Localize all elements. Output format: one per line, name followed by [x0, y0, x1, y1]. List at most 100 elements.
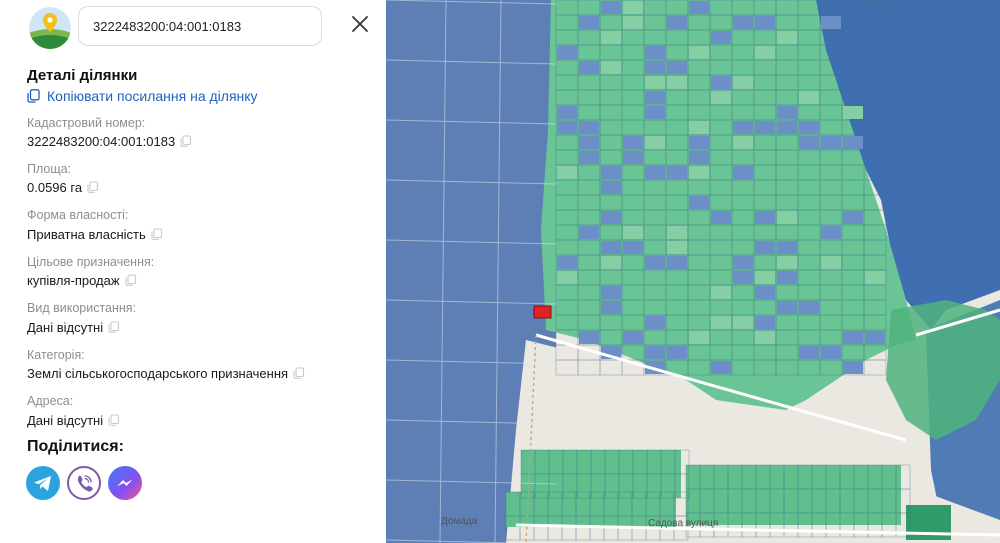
- app-logo[interactable]: [29, 7, 71, 49]
- selected-parcel[interactable]: [533, 305, 552, 319]
- parcel-cell-fill: [755, 211, 775, 224]
- messenger-share-button[interactable]: [108, 466, 142, 500]
- parcel-cell-fill: [733, 76, 753, 89]
- parcel-cell-fill: [755, 121, 775, 134]
- copy-icon[interactable]: [108, 321, 120, 334]
- telegram-share-button[interactable]: [26, 466, 60, 500]
- parcel-cell-fill: [689, 331, 709, 344]
- address-label: Адреса:: [27, 394, 74, 408]
- parcel-cell-fill: [777, 241, 797, 254]
- parcel-cell-fill: [777, 106, 797, 119]
- details-panel: 3222483200:04:001:0183 Деталі ділянки Ко…: [0, 0, 386, 543]
- address-value: Дані відсутні: [27, 413, 120, 428]
- parcel-cell-fill: [645, 106, 665, 119]
- parcel-cell-fill: [733, 166, 753, 179]
- parcel-cell-fill: [623, 136, 643, 149]
- copy-icon: [27, 89, 40, 103]
- parcel-cell-fill: [733, 121, 753, 134]
- parcel-cell-fill: [865, 331, 885, 344]
- viber-share-button[interactable]: [67, 466, 101, 500]
- parcel-cell-fill: [843, 331, 863, 344]
- parcel-cell-fill: [645, 166, 665, 179]
- copy-icon[interactable]: [293, 367, 305, 380]
- parcel-cell-fill: [755, 316, 775, 329]
- parcel-cell-fill: [579, 226, 599, 239]
- cadastral-number-label: Кадастровий номер:: [27, 116, 146, 130]
- parcel-cell-fill: [755, 286, 775, 299]
- cadastral-map[interactable]: 7-е Озеро Садова вулиця Домада: [386, 0, 1000, 543]
- parcel-cell-fill: [645, 136, 665, 149]
- parcel-cell-fill: [711, 91, 731, 104]
- copy-icon[interactable]: [108, 414, 120, 427]
- purpose-value: купівля-продаж: [27, 273, 137, 288]
- parcel-cell-fill: [755, 331, 775, 344]
- ownership-label: Форма власності:: [27, 208, 129, 222]
- copy-icon[interactable]: [87, 181, 99, 194]
- cadastral-number-value: 3222483200:04:001:0183: [27, 134, 192, 149]
- parcel-cell-fill: [579, 151, 599, 164]
- lake-label: 7-е Озеро: [834, 0, 895, 11]
- parcel-cell-fill: [645, 61, 665, 74]
- parcel-block-south-2: [686, 465, 901, 525]
- parcel-cell-fill: [667, 226, 687, 239]
- parcel-cell-fill: [799, 121, 819, 134]
- parcel-cell-fill: [843, 211, 863, 224]
- parcel-cell-fill: [601, 256, 621, 269]
- ownership-text: Приватна власність: [27, 227, 146, 242]
- parcel-cell-fill: [689, 46, 709, 59]
- parcel-cell-fill: [865, 271, 885, 284]
- parcel-cell-fill: [733, 136, 753, 149]
- parcel-cell-fill: [733, 256, 753, 269]
- parcel-cell-fill: [645, 76, 665, 89]
- parcel-cell-fill: [689, 151, 709, 164]
- parcel-cell-fill: [557, 106, 577, 119]
- parcel-cell-fill: [557, 271, 577, 284]
- parcel-cell-fill: [843, 361, 863, 374]
- parcel-cell-fill: [623, 1, 643, 14]
- parcel-cell-fill: [645, 346, 665, 359]
- parcel-cell-fill: [579, 121, 599, 134]
- parcel-cell-fill: [777, 211, 797, 224]
- parcel-cell-fill: [667, 76, 687, 89]
- parcel-cell-fill: [733, 16, 753, 29]
- copy-icon[interactable]: [125, 274, 137, 287]
- road-label-domada: Домада: [441, 516, 478, 527]
- search-input[interactable]: 3222483200:04:001:0183: [78, 6, 322, 46]
- parcel-cell-fill: [821, 256, 841, 269]
- copy-link-label: Копіювати посилання на ділянку: [47, 88, 258, 104]
- parcel-cell-fill: [623, 241, 643, 254]
- parcel-cell-fill: [711, 286, 731, 299]
- cadastral-number-text: 3222483200:04:001:0183: [27, 134, 176, 149]
- close-icon[interactable]: [349, 13, 371, 35]
- purpose-text: купівля-продаж: [27, 273, 120, 288]
- copy-link-button[interactable]: Копіювати посилання на ділянку: [27, 88, 258, 104]
- parcel-cell-fill: [645, 46, 665, 59]
- share-title: Поділитися:: [27, 438, 124, 455]
- copy-icon[interactable]: [180, 135, 192, 148]
- purpose-label: Цільове призначення:: [27, 255, 155, 269]
- parcel-cell-fill: [601, 211, 621, 224]
- parcel-cell-fill: [557, 121, 577, 134]
- parcel-cell-fill: [799, 346, 819, 359]
- parcel-cell-fill: [799, 301, 819, 314]
- panel-title: Деталі ділянки: [27, 67, 138, 84]
- parcel-cell-fill: [623, 226, 643, 239]
- parcel-cell-fill: [843, 106, 863, 119]
- parcel-cell-fill: [777, 256, 797, 269]
- copy-icon[interactable]: [151, 228, 163, 241]
- parcel-cell-fill: [623, 151, 643, 164]
- parcel-cell-fill: [623, 331, 643, 344]
- parcel-cell-fill: [601, 286, 621, 299]
- area-label: Площа:: [27, 162, 72, 176]
- parcel-cell: [863, 359, 887, 376]
- map-canvas[interactable]: [386, 0, 1000, 543]
- parcel-cell-fill: [623, 16, 643, 29]
- parcel-cell-fill: [821, 346, 841, 359]
- parcel-cell-fill: [711, 31, 731, 44]
- parcel-cell-fill: [711, 211, 731, 224]
- search-input-value: 3222483200:04:001:0183: [93, 18, 242, 34]
- messenger-icon: [117, 479, 133, 487]
- parcel-cell-fill: [755, 46, 775, 59]
- category-text: Землі сільськогосподарського призначення: [27, 366, 289, 381]
- parcel-cell-fill: [755, 241, 775, 254]
